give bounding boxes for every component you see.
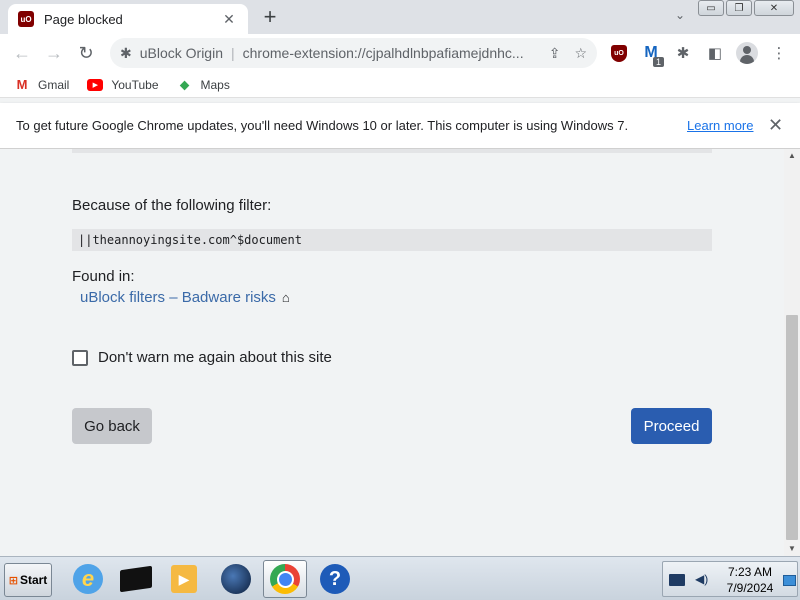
help-icon: ? <box>320 564 350 594</box>
side-panel-icon[interactable]: ◧ <box>702 40 728 66</box>
bookmark-maps[interactable]: ⬥ Maps <box>177 76 230 92</box>
address-bar[interactable]: ✱ uBlock Origin | chrome-extension://cjp… <box>110 38 597 68</box>
new-tab-button[interactable]: + <box>258 6 282 30</box>
go-back-button[interactable]: Go back <box>72 408 152 444</box>
restore-button[interactable]: ❐ <box>726 0 752 16</box>
show-desktop-icon[interactable] <box>783 575 796 586</box>
dont-warn-label[interactable]: Don't warn me again about this site <box>98 349 332 366</box>
chrome-icon <box>270 564 300 594</box>
bookmark-label: YouTube <box>111 77 159 92</box>
bookmark-star-icon[interactable]: ☆ <box>574 45 587 62</box>
bookmark-label: Maps <box>200 77 230 92</box>
start-button[interactable]: ⊞ Start <box>4 563 52 597</box>
forward-arrow-icon[interactable]: → <box>38 37 70 69</box>
home-icon[interactable]: ⌂ <box>282 290 290 305</box>
address-site-name: uBlock Origin <box>139 45 223 61</box>
internet-explorer-icon: e <box>73 564 103 594</box>
profile-button[interactable] <box>734 40 760 66</box>
gmail-icon: M <box>16 77 28 92</box>
start-label: Start <box>19 573 48 587</box>
taskbar-network-globe[interactable] <box>214 560 258 598</box>
windows-flag-icon: ⊞ <box>8 574 18 587</box>
address-separator: | <box>231 45 235 61</box>
scroll-down-arrow-icon[interactable]: ▼ <box>784 542 800 556</box>
ublock-icon: uO <box>18 11 34 27</box>
clock-time[interactable]: 7:23 AM <box>721 565 779 579</box>
minimize-button[interactable]: ▭ <box>698 0 724 16</box>
toolbar-extensions: uO M 1 ✱ ◧ ⋮ <box>606 38 792 68</box>
extensions-puzzle-icon[interactable]: ✱ <box>670 40 696 66</box>
extension-badge: 1 <box>652 57 664 67</box>
maps-icon: ⬥ <box>179 76 190 92</box>
taskbar-help[interactable]: ? <box>313 560 357 598</box>
clock-date[interactable]: 7/9/2024 <box>721 581 779 595</box>
malwarebytes-extension-button[interactable]: M 1 <box>638 40 664 67</box>
window-close-button[interactable]: ✕ <box>754 0 794 16</box>
filter-list-link[interactable]: uBlock filters – Badware risks <box>80 289 276 306</box>
tab-page-blocked[interactable]: uO Page blocked ✕ <box>8 4 248 34</box>
taskbar-chrome[interactable] <box>263 560 307 598</box>
bookmarks-bar: M Gmail ▶ YouTube ⬥ Maps <box>0 72 800 98</box>
tab-close-icon[interactable]: ✕ <box>220 11 238 28</box>
bookmark-gmail[interactable]: M Gmail <box>14 77 70 92</box>
filter-code-box: ||theannoyingsite.com^$document <box>72 229 712 251</box>
system-tray: ◀) 7:23 AM 7/9/2024 <box>662 561 798 597</box>
filter-heading: Because of the following filter: <box>72 197 272 214</box>
blocked-page-content: Because of the following filter: ||thean… <box>0 149 784 556</box>
bookmark-label: Gmail <box>38 77 70 92</box>
taskbar-media-player[interactable]: ▶ <box>162 560 206 598</box>
reload-icon[interactable]: ↻ <box>70 37 102 69</box>
taskbar-terminal[interactable] <box>114 560 158 598</box>
back-arrow-icon[interactable]: ← <box>6 37 38 69</box>
page-scrollbar[interactable]: ▲ ▼ <box>784 149 800 556</box>
dont-warn-row[interactable]: Don't warn me again about this site <box>72 349 332 366</box>
dont-warn-checkbox[interactable] <box>72 349 88 366</box>
media-player-icon: ▶ <box>171 565 197 593</box>
proceed-button[interactable]: Proceed <box>631 408 712 444</box>
terminal-icon <box>120 565 152 593</box>
windows-taskbar: ⊞ Start e ▶ ? ◀) 7:23 AM 7/9/2024 <box>0 556 800 600</box>
menu-kebab-icon[interactable]: ⋮ <box>766 40 792 66</box>
youtube-icon: ▶ <box>87 78 104 91</box>
infobar-close-icon[interactable]: ✕ <box>768 115 783 136</box>
tab-title: Page blocked <box>44 11 123 27</box>
speaker-icon[interactable]: ◀) <box>695 572 708 586</box>
globe-icon <box>221 564 251 594</box>
infobar-message: To get future Google Chrome updates, you… <box>16 118 629 133</box>
learn-more-link[interactable]: Learn more <box>687 118 753 133</box>
scrollbar-thumb[interactable] <box>786 315 798 540</box>
address-url[interactable]: chrome-extension://cjpalhdlnbpafiamejdnh… <box>243 45 535 61</box>
bookmark-youtube[interactable]: ▶ YouTube <box>87 77 159 92</box>
ublock-extension-button[interactable]: uO <box>606 40 632 66</box>
share-icon[interactable]: ⇪ <box>549 45 561 62</box>
scrolled-code-box <box>72 149 712 153</box>
tab-search-icon[interactable]: ⌄ <box>670 8 690 28</box>
tab-strip: uO Page blocked ✕ + ⌄ ▭ ❐ ✕ <box>0 0 800 34</box>
window-controls: ▭ ❐ ✕ <box>698 0 794 18</box>
update-infobar: To get future Google Chrome updates, you… <box>0 103 800 149</box>
puzzle-icon: ✱ <box>120 44 132 61</box>
toolbar: ← → ↻ ✱ uBlock Origin | chrome-extension… <box>0 34 800 72</box>
ublock-icon: uO <box>611 44 627 62</box>
filter-list-link-row: uBlock filters – Badware risks ⌂ <box>80 289 290 306</box>
found-in-label: Found in: <box>72 268 135 285</box>
scroll-up-arrow-icon[interactable]: ▲ <box>784 149 800 163</box>
monitor-icon[interactable] <box>669 574 685 586</box>
taskbar-internet-explorer[interactable]: e <box>66 560 110 598</box>
avatar-icon <box>736 42 758 64</box>
